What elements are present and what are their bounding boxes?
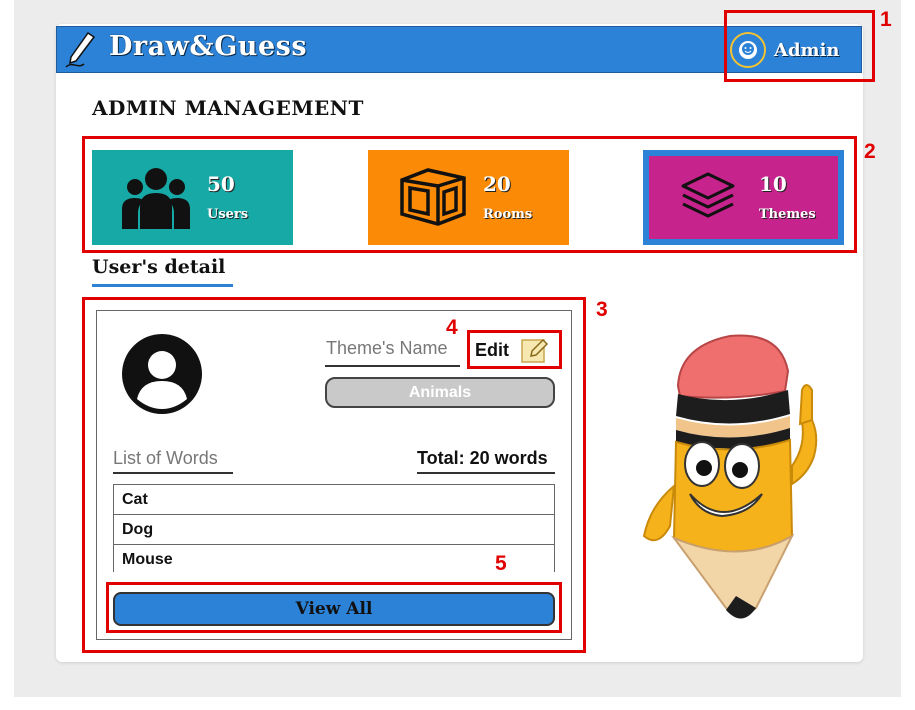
annotation-label-3: 3 bbox=[596, 298, 608, 321]
annotation-box-2 bbox=[82, 136, 857, 253]
annotation-box-4 bbox=[467, 330, 562, 369]
tab-active-indicator bbox=[92, 284, 233, 287]
annotation-label-1: 1 bbox=[880, 8, 892, 31]
annotation-box-5 bbox=[106, 582, 562, 633]
annotation-box-1 bbox=[724, 10, 875, 82]
annotation-label-2: 2 bbox=[864, 140, 876, 163]
tab-users-detail[interactable]: User's detail bbox=[92, 256, 225, 278]
pencil-mascot-image bbox=[642, 334, 818, 619]
page-title: ADMIN MANAGEMENT bbox=[92, 96, 364, 120]
pencil-icon bbox=[65, 31, 96, 68]
annotation-label-4: 4 bbox=[446, 316, 458, 339]
annotation-label-5: 5 bbox=[495, 552, 507, 575]
app-logo-text: Draw&Guess bbox=[109, 31, 308, 62]
